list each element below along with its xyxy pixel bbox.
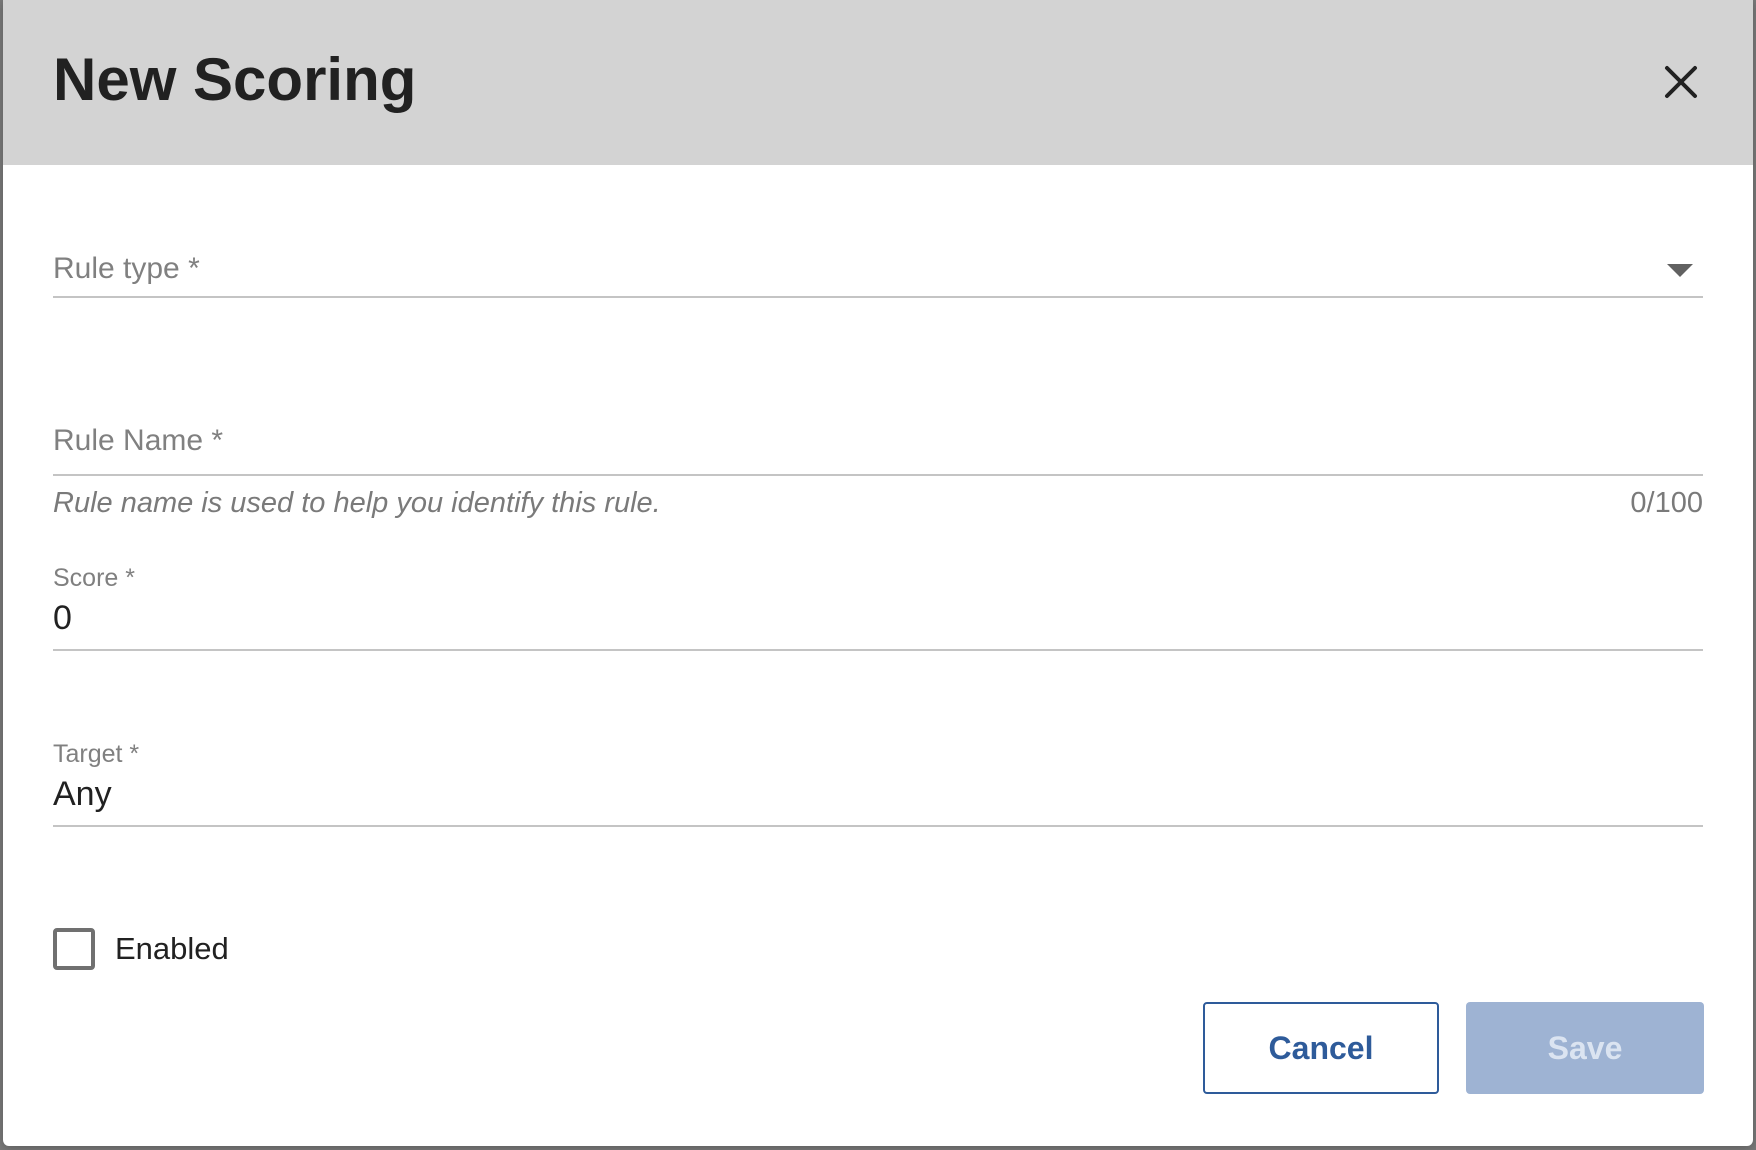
rule-type-underline [53, 296, 1703, 298]
enabled-label: Enabled [115, 931, 229, 966]
rule-name-label: Rule Name * [53, 424, 224, 457]
dialog-header: New Scoring [3, 0, 1753, 165]
cancel-button[interactable]: Cancel [1203, 1002, 1439, 1094]
score-value: 0 [53, 599, 72, 637]
rule-name-underline [53, 474, 1703, 476]
target-label: Target * [53, 740, 140, 768]
new-scoring-dialog: New Scoring Rule type * Rule Name * Rule… [3, 0, 1753, 1146]
chevron-down-icon [1667, 264, 1693, 277]
enabled-checkbox[interactable] [53, 928, 95, 970]
score-underline [53, 649, 1703, 651]
rule-type-label: Rule type * [53, 252, 200, 285]
rule-type-select[interactable]: Rule type * [53, 240, 1703, 300]
dialog-title: New Scoring [53, 46, 417, 113]
score-label: Score * [53, 564, 135, 592]
target-field[interactable]: Target * Any [53, 738, 1703, 828]
rule-name-char-counter: 0/100 [1630, 487, 1703, 519]
close-button[interactable] [1651, 52, 1711, 112]
rule-name-field[interactable]: Rule Name * Rule name is used to help yo… [53, 410, 1703, 520]
enabled-checkbox-row[interactable]: Enabled [53, 928, 229, 970]
target-value: Any [53, 775, 112, 813]
save-button[interactable]: Save [1466, 1002, 1704, 1094]
score-field[interactable]: Score * 0 [53, 562, 1703, 652]
close-icon [1665, 66, 1697, 98]
rule-name-helper-text: Rule name is used to help you identify t… [53, 487, 661, 519]
target-underline [53, 825, 1703, 827]
